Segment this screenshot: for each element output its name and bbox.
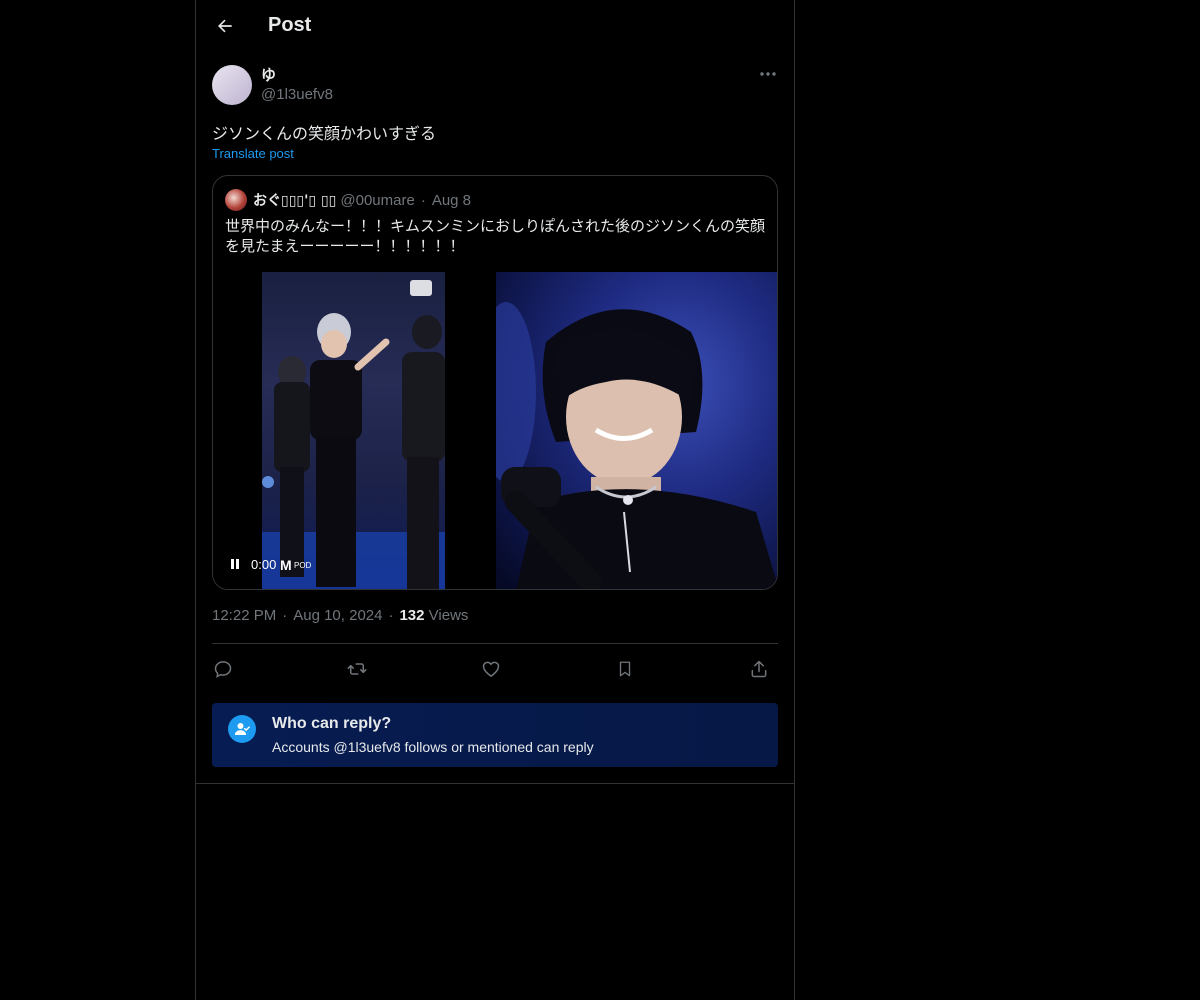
video-frame-right — [496, 272, 777, 589]
translate-post-link[interactable]: Translate post — [212, 146, 294, 161]
video-frame-left: M POD — [262, 272, 445, 589]
separator-dot: · — [388, 607, 394, 624]
svg-text:M: M — [280, 557, 292, 573]
video-controls: 0:00 — [227, 556, 276, 572]
reply-button[interactable] — [206, 652, 240, 686]
quote-date[interactable]: Aug 8 — [432, 192, 471, 209]
views-count: 132 — [399, 607, 425, 624]
pause-button[interactable] — [227, 556, 243, 572]
arrow-left-icon — [218, 19, 232, 33]
repost-button[interactable] — [340, 652, 374, 686]
quote-text: 世界中のみんなー！！！キムスンミンにおしりぽんされた後のジソンくんの笑顔を見たま… — [225, 217, 766, 255]
quoted-post[interactable]: おぐ▯▯▯'▯ ▯▯ @00umare · Aug 8 世界中のみんなー！！！キ… — [212, 175, 778, 590]
closeup-image — [496, 302, 777, 589]
separator-dot: · — [282, 607, 288, 624]
reply-restriction-badge — [228, 715, 256, 743]
action-bar — [212, 652, 778, 686]
post-text: ジソンくんの笑顔かわいすぎる — [212, 124, 437, 143]
author-name[interactable]: ゆ — [261, 64, 276, 85]
stage-scene-image: M POD — [262, 280, 445, 589]
user-check-icon — [234, 723, 250, 735]
like-button[interactable] — [474, 652, 508, 686]
author-handle[interactable]: @1l3uefv8 — [261, 86, 333, 103]
back-button[interactable] — [208, 9, 242, 43]
separator-dot: · — [420, 191, 426, 209]
views-label: Views — [428, 607, 469, 624]
post-author: ゆ @1l3uefv8 — [212, 64, 780, 108]
share-button[interactable] — [742, 652, 776, 686]
reply-icon — [214, 661, 232, 678]
video-player[interactable]: M POD 0:00 — [213, 272, 777, 589]
post-date[interactable]: Aug 10, 2024 — [293, 607, 382, 624]
bookmark-icon — [619, 661, 631, 677]
video-timestamp: 0:00 — [251, 556, 277, 572]
reply-restriction-subtitle: Accounts @1l3uefv8 follows or mentioned … — [272, 739, 594, 755]
page-header: Post — [196, 0, 794, 53]
quote-author-name[interactable]: おぐ▯▯▯'▯ ▯▯ — [253, 190, 336, 210]
page-title: Post — [268, 14, 312, 36]
post-time[interactable]: 12:22 PM — [212, 607, 276, 624]
divider — [212, 643, 778, 644]
pause-icon — [231, 559, 239, 569]
quote-header: おぐ▯▯▯'▯ ▯▯ @00umare · Aug 8 — [225, 188, 471, 212]
share-icon — [751, 660, 767, 678]
reply-restriction-title: Who can reply? — [272, 715, 392, 732]
svg-text:POD: POD — [294, 561, 312, 570]
repost-icon — [347, 663, 367, 675]
more-icon — [760, 72, 776, 76]
heart-icon — [482, 661, 500, 677]
divider — [196, 783, 794, 784]
bookmark-button[interactable] — [608, 652, 642, 686]
quote-author-handle[interactable]: @00umare — [340, 192, 414, 209]
avatar[interactable] — [212, 65, 252, 105]
reply-restriction-notice: Who can reply? Accounts @1l3uefv8 follow… — [212, 703, 778, 767]
more-button[interactable] — [756, 64, 780, 84]
post-metadata: 12:22 PM · Aug 10, 2024 · 132 Views — [212, 607, 468, 624]
main-column: Post ゆ @1l3uefv8 ジソンくんの笑顔かわいすぎる Translat… — [195, 0, 795, 1000]
quote-avatar[interactable] — [225, 189, 247, 211]
